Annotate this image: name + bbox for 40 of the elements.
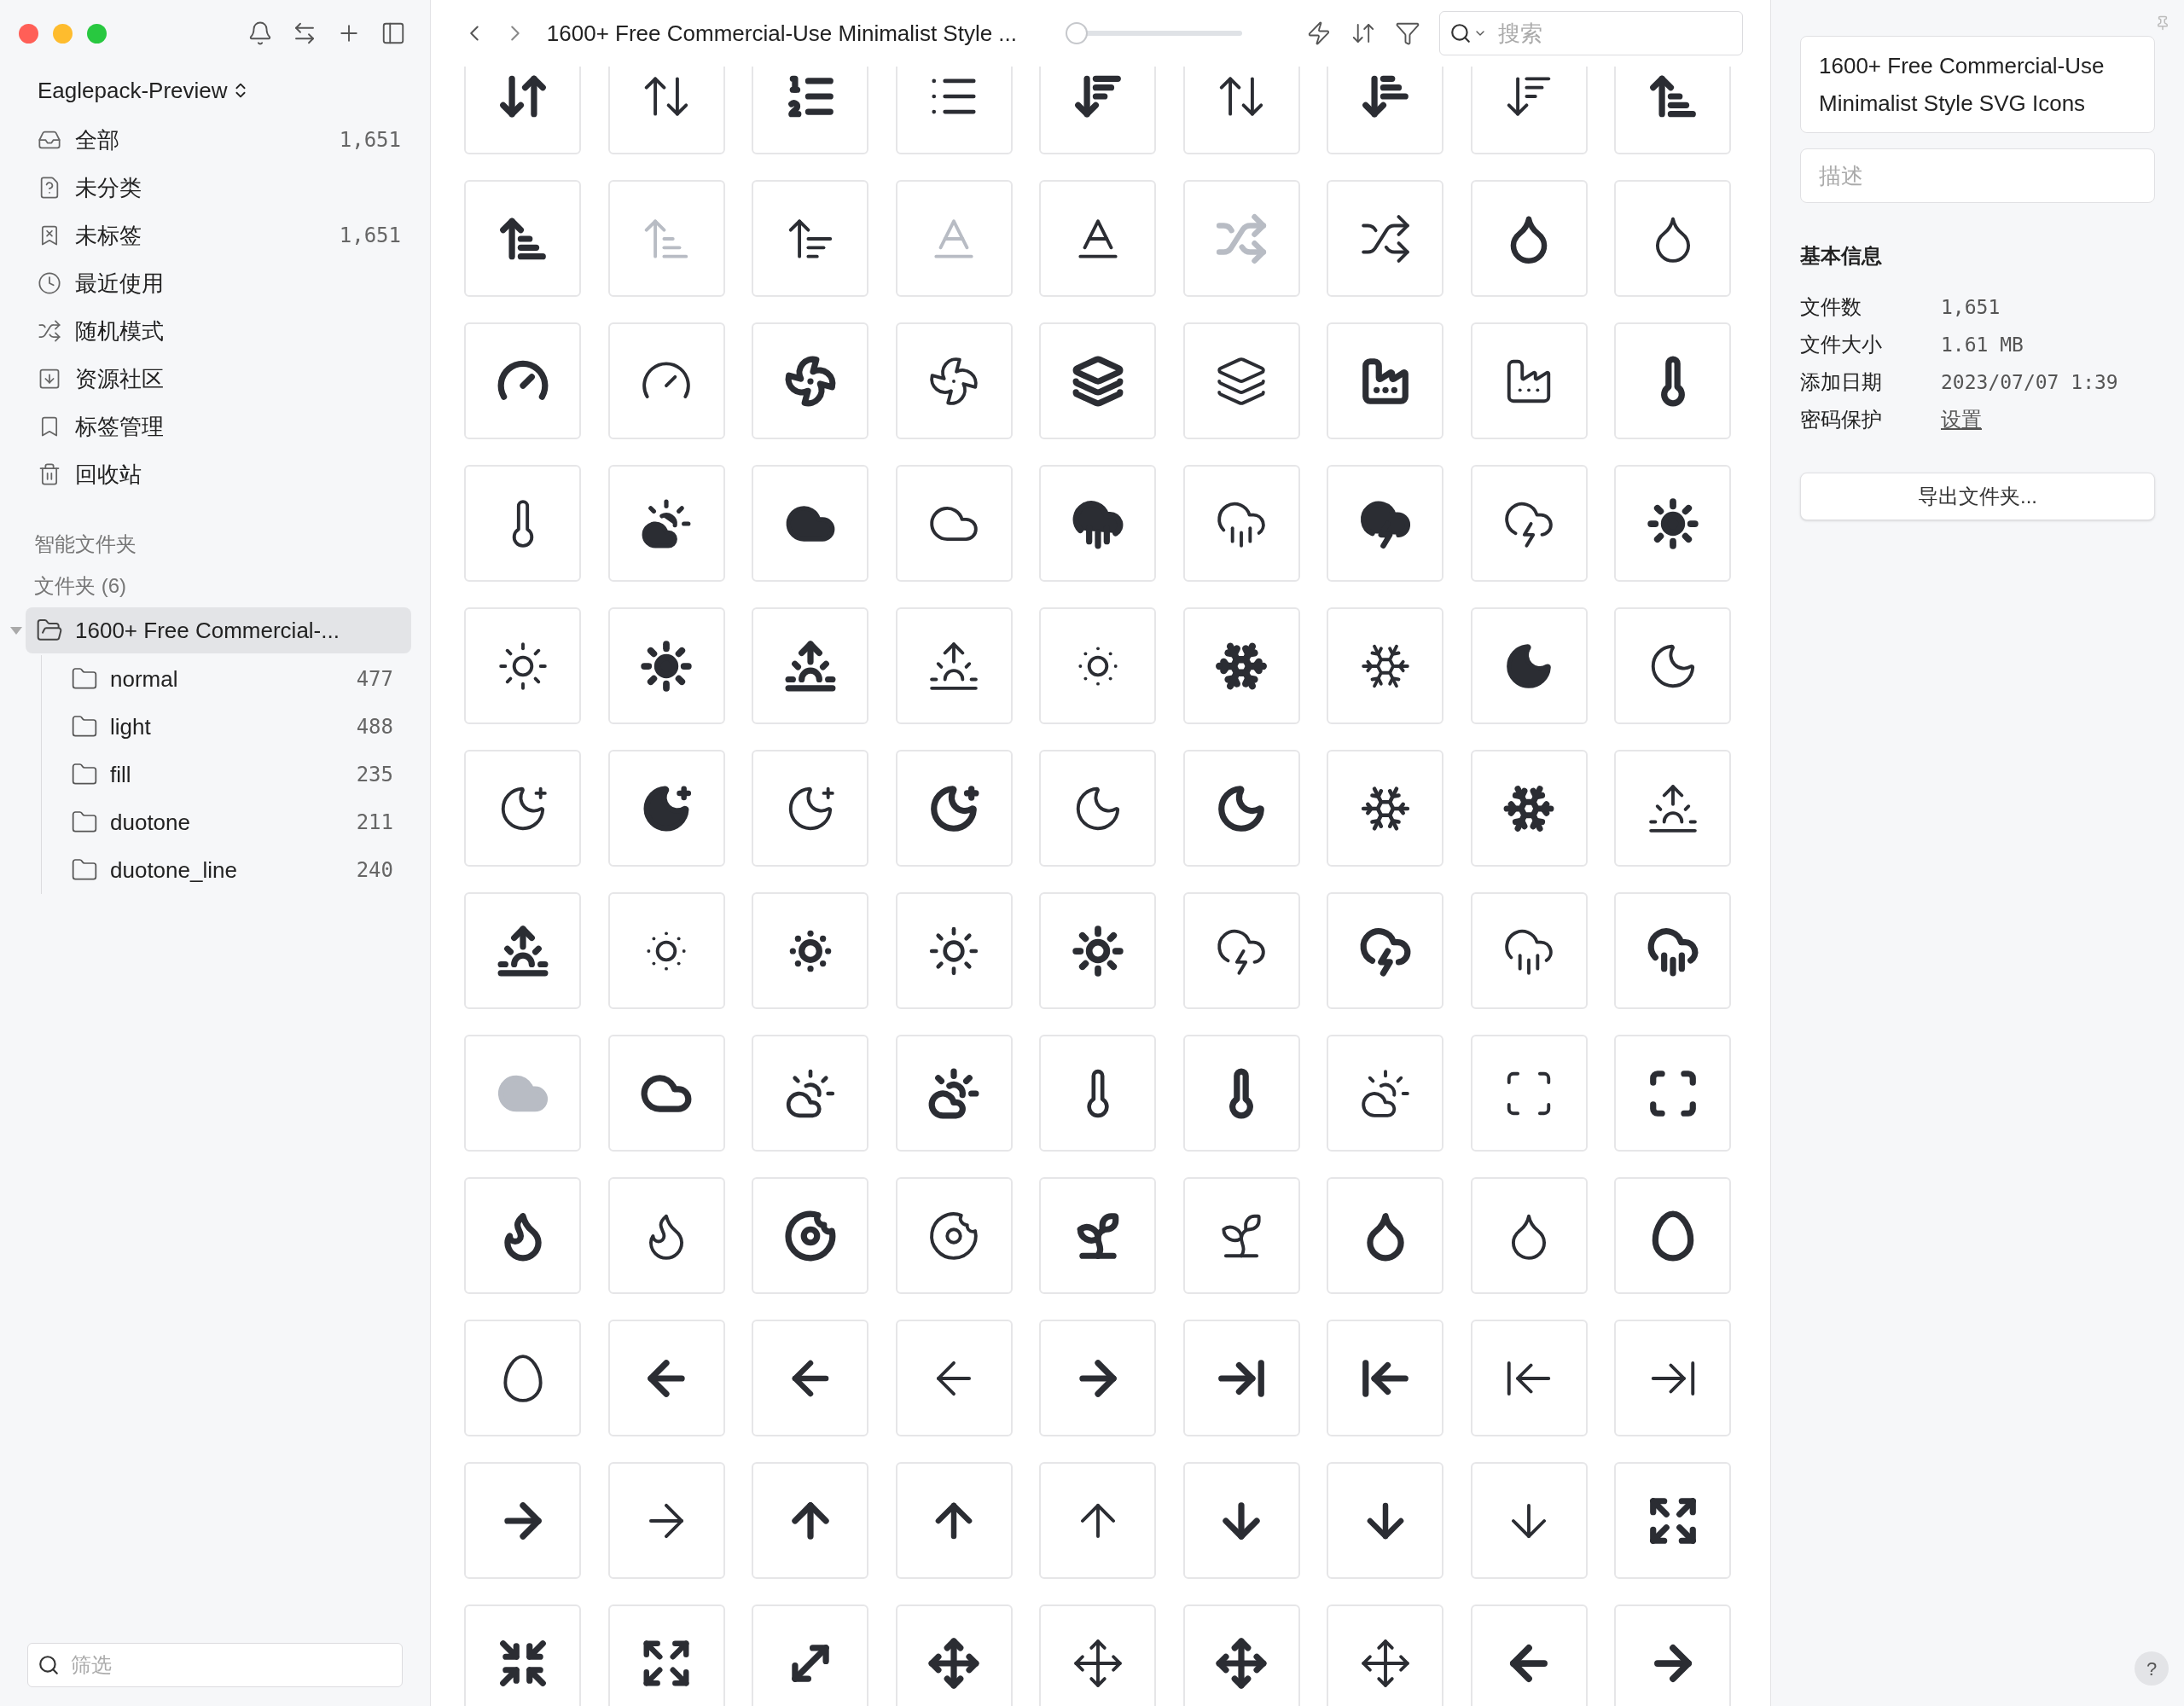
item-count: 211	[356, 809, 393, 836]
library-selector[interactable]: Eaglepack-Preview	[38, 67, 250, 114]
sidebar-item[interactable]: 随机模式	[26, 307, 411, 355]
folder-item[interactable]: normal 477	[42, 655, 404, 703]
sidebar-item[interactable]: 回收站	[26, 450, 411, 498]
sidebar-item[interactable]: 最近使用	[26, 259, 411, 307]
folder-item[interactable]: duotone 211	[42, 798, 404, 846]
folder-title: 1600+ Free Commercial-Use Minimalist Style ...	[546, 19, 1018, 48]
item-count: 240	[356, 857, 393, 884]
info-label: 密码保护	[1800, 407, 1883, 432]
section-heading[interactable]: 文件夹 (6)	[34, 565, 430, 607]
name-field[interactable]: 1600+ Free Commercial-Use Minimalist Style SVG Icons	[1800, 36, 2155, 133]
folder-item[interactable]: fill 235	[42, 751, 404, 798]
info-label: 添加日期	[1800, 369, 1883, 395]
sidebar-item[interactable]: 资源社区	[26, 355, 411, 403]
section-heading[interactable]: 智能文件夹	[34, 524, 430, 565]
folder-item[interactable]: duotone_line 240	[42, 846, 404, 894]
info-value: 1.61 MB	[1941, 332, 2024, 357]
info-value: 1,651	[1941, 294, 2001, 320]
section-heading: 基本信息	[1800, 243, 1883, 269]
info-label: 文件数	[1800, 294, 1862, 320]
info-value: 2023/07/07 1:39	[1941, 369, 2118, 395]
sidebar-item[interactable]: 标签管理	[26, 403, 411, 450]
item-count: 1,651	[339, 223, 401, 249]
search-field[interactable]: 搜索	[1439, 11, 1743, 55]
item-count: 1,651	[339, 127, 401, 154]
description-field[interactable]: 描述	[1800, 148, 2155, 203]
item-count: 477	[356, 666, 393, 693]
sidebar-item[interactable]: 全部 1,651	[26, 116, 411, 164]
item-count: 235	[356, 762, 393, 788]
export-button[interactable]: 导出文件夹...	[1800, 473, 2155, 520]
help-button[interactable]: ?	[2135, 1651, 2169, 1686]
folder-item[interactable]: 1600+ Free Commercial-...	[26, 607, 411, 653]
folder-item[interactable]: light 488	[42, 703, 404, 751]
settings-link[interactable]: 设置	[1941, 404, 1982, 435]
item-count: 488	[356, 714, 393, 740]
filter-field[interactable]: 筛选	[27, 1643, 403, 1687]
sidebar-item[interactable]: 未标签 1,651	[26, 212, 411, 259]
sidebar-item[interactable]: 未分类	[26, 164, 411, 212]
info-label: 文件大小	[1800, 332, 1883, 357]
